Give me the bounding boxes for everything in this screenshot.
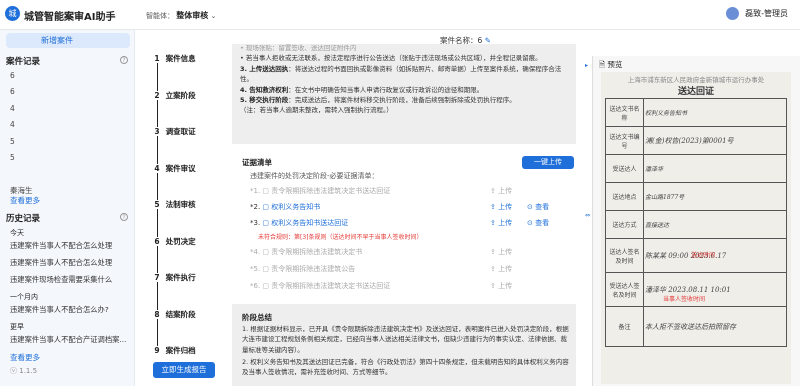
case-records-title: 案件记录 — [6, 57, 41, 67]
app-logo-icon: 城 — [5, 6, 20, 21]
evidence-item: *3. ▢ 权利义务告知书送达回证 — [250, 219, 349, 227]
help-icon[interactable]: ? — [120, 56, 128, 64]
agent-mode-label: 智能体： — [146, 12, 174, 20]
case-record-item[interactable]: 6 — [10, 87, 15, 96]
history-item[interactable]: 违建案件当事人不配合怎么办? — [10, 305, 109, 315]
history-group-label: 更早 — [10, 323, 24, 331]
case-records-more-link[interactable]: 查看更多 — [10, 195, 40, 206]
delivery-time-annotation: 送达时间 — [691, 252, 716, 259]
view-button[interactable]: ⊙ 查看 — [527, 218, 549, 228]
upload-button[interactable]: ⇪ 上传 — [490, 264, 512, 274]
preview-panel: 🗎 预览 上海市浦东新区人民政府金新镇城市运行办事处 送达回证 送达文书名称 权利… — [592, 56, 800, 386]
notes-top-cut: • 现场张贴：留置签收、送达回证附件内 — [240, 44, 357, 52]
history-item[interactable]: 违建案件当事人不配合怎么处理 — [10, 258, 112, 268]
step-execution[interactable]: 7 案件执行 — [151, 272, 196, 283]
agent-mode-select[interactable]: 智能体： 整体审核 ⌄ — [146, 10, 216, 21]
version-label: ⓥ 1.1.5 — [10, 367, 38, 375]
preview-document[interactable]: 上海市浦东新区人民政府金新镇城市运行办事处 送达回证 送达文书名称 权利义务告知书… — [601, 72, 791, 384]
notes-line: 3. 上传送达回执：将送达过程的书面回执或影像资料（如拆贴照片、邮寄单据）上传至… — [240, 64, 562, 84]
case-record-item[interactable]: 6 — [10, 71, 15, 80]
app-title: 城管智能案审AI助手 — [24, 12, 116, 23]
history-more-link[interactable]: 查看更多 — [10, 352, 40, 363]
step-investigation[interactable]: 3 调查取证 — [151, 126, 196, 137]
doc-header: 上海市浦东新区人民政府金新镇城市运行办事处 — [627, 76, 765, 84]
preview-title: 🗎 预览 — [599, 60, 623, 69]
notes-line: 5. 移交执行阶段：完成送达后，将案件材料移交执行阶段，准备后续强制拆除或处罚执… — [240, 96, 516, 105]
notes-line: 4. 告知救济权利：在文书中明确告知当事人申请行政复议或行政诉讼的途径和期限。 — [240, 85, 484, 94]
sidebar: 新增案件 案件记录 ? 6 6 4 4 5 5 秦海生 查看更多 历史记录 ? … — [0, 30, 135, 386]
view-button[interactable]: ⊙ 查看 — [527, 202, 549, 212]
history-item[interactable]: 违建案件当事人不配合产证调档案... — [10, 335, 126, 345]
notes-line: • 若当事人拒收或无法联系，按法定程序进行公告送达（张贴于违法现场或公共区域），… — [240, 54, 542, 63]
doc-title: 送达回证 — [677, 87, 714, 97]
user-name: 磊致-管理员 — [745, 9, 788, 18]
step-legal-audit[interactable]: 5 法制审核 — [151, 199, 196, 210]
generate-report-button[interactable]: 立即生成报告 — [153, 362, 215, 378]
notes-line: （注：若当事人逾期未整改，需转入强制执行流程。） — [240, 106, 393, 115]
step-filing[interactable]: 2 立案阶段 — [151, 90, 196, 101]
case-record-item[interactable]: 4 — [10, 104, 15, 113]
collapse-icon[interactable]: ▸ — [585, 62, 588, 69]
rule-warning: 未符合规则：第[3]条规则（送达时间不早于当事人签收时间） — [258, 234, 423, 241]
stage-steps: 1 案件信息 2 立案阶段 3 调查取证 4 案件审议 5 法制审核 6 处罚决… — [135, 30, 232, 386]
history-group-label: 一个月内 — [10, 293, 38, 301]
upload-button[interactable]: ⇪ 上传 — [490, 218, 512, 228]
evidence-item: *2. ▢ 权利义务告知书 — [250, 203, 321, 211]
case-record-item[interactable]: 5 — [10, 153, 15, 162]
case-record-item[interactable]: 4 — [10, 120, 15, 129]
top-bar: 城 城管智能案审AI助手 智能体： 整体审核 ⌄ 磊致-管理员 — [0, 0, 800, 30]
summary-paragraph: 1. 根据证据材料显示，已开具《责令限期拆除违法建筑决定书》及送达回证，表明案件… — [242, 325, 569, 354]
panel-divider[interactable]: ▸ ⇔ — [584, 56, 592, 386]
upload-button[interactable]: ⇪ 上传 — [490, 202, 512, 212]
history-item[interactable]: 违建案件当事人不配合怎么处理 — [10, 241, 112, 251]
history-item[interactable]: 违建案件现场检查需要采集什么 — [10, 275, 112, 285]
step-closing[interactable]: 8 结案阶段 — [151, 309, 196, 320]
sign-time-annotation: 当事人签收时间 — [663, 296, 706, 303]
summary-paragraph: 2. 权利义务告知书及其送达回证已完备，符合《行政处罚法》第四十四条规定，但未载… — [242, 358, 569, 377]
process-notes: • 现场张贴：留置签收、送达回证附件内 • 若当事人拒收或无法联系，按法定程序进… — [232, 44, 576, 144]
evidence-item: *6. ▢ 责令限期拆除违法建筑决定书送达回证 — [250, 282, 391, 290]
help-icon[interactable]: ? — [120, 213, 128, 221]
version-number: 1.1.5 — [19, 367, 38, 375]
upload-button[interactable]: ⇪ 上传 — [490, 247, 512, 257]
step-case-info[interactable]: 1 案件信息 — [151, 53, 196, 64]
evidence-item: *4. ▢ 责令限期拆除违法建筑决定书 — [250, 248, 363, 256]
new-case-button[interactable]: 新增案件 — [6, 33, 130, 48]
upload-button[interactable]: ⇪ 上传 — [490, 281, 512, 291]
upload-button[interactable]: ⇪ 上传 — [490, 186, 512, 196]
history-title: 历史记录 — [6, 214, 41, 224]
resize-handle-icon[interactable]: ⇔ — [585, 212, 590, 219]
history-group-label: 今天 — [10, 229, 24, 237]
agent-mode-value: 整体审核 — [176, 11, 209, 20]
step-review[interactable]: 4 案件审议 — [151, 163, 196, 174]
upload-all-button[interactable]: 一键上传 — [522, 156, 574, 169]
evidence-subtitle: 违建案件的处罚决定阶段-必要证据清单： — [250, 172, 379, 180]
step-archive[interactable]: 9 案件归档 — [151, 345, 196, 356]
user-menu[interactable]: 磊致-管理员 — [725, 7, 788, 20]
avatar — [725, 7, 739, 20]
main-panel: • 现场张贴：留置签收、送达回证附件内 • 若当事人拒收或无法联系，按法定程序进… — [232, 44, 584, 386]
evidence-title: 证据清单 — [242, 158, 272, 167]
evidence-item: *1. ▢ 责令限期拆除违法建筑决定书送达回证 — [250, 187, 391, 195]
receipt-table: 送达文书名称 权利义务告知书 送达文书编号 浦(金)权告(2023)第0001号 受… — [605, 98, 787, 347]
evidence-item: *5. ▢ 责令限期拆除违法建筑公告 — [250, 265, 356, 273]
chevron-down-icon: ⌄ — [210, 12, 217, 20]
summary-title: 阶段总结 — [242, 313, 272, 322]
step-penalty-decision[interactable]: 6 处罚决定 — [151, 236, 196, 247]
case-record-item[interactable]: 5 — [10, 137, 15, 146]
